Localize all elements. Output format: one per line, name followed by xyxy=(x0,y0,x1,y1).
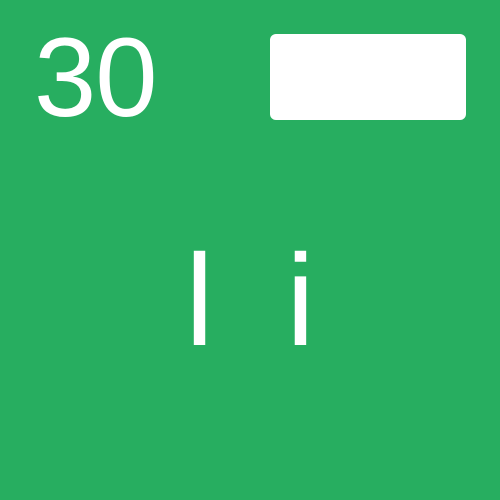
count-label: 30 xyxy=(34,15,158,140)
green-tile: 30 l i xyxy=(0,0,500,500)
answer-box[interactable] xyxy=(270,34,466,120)
center-text: l i xyxy=(185,227,333,373)
